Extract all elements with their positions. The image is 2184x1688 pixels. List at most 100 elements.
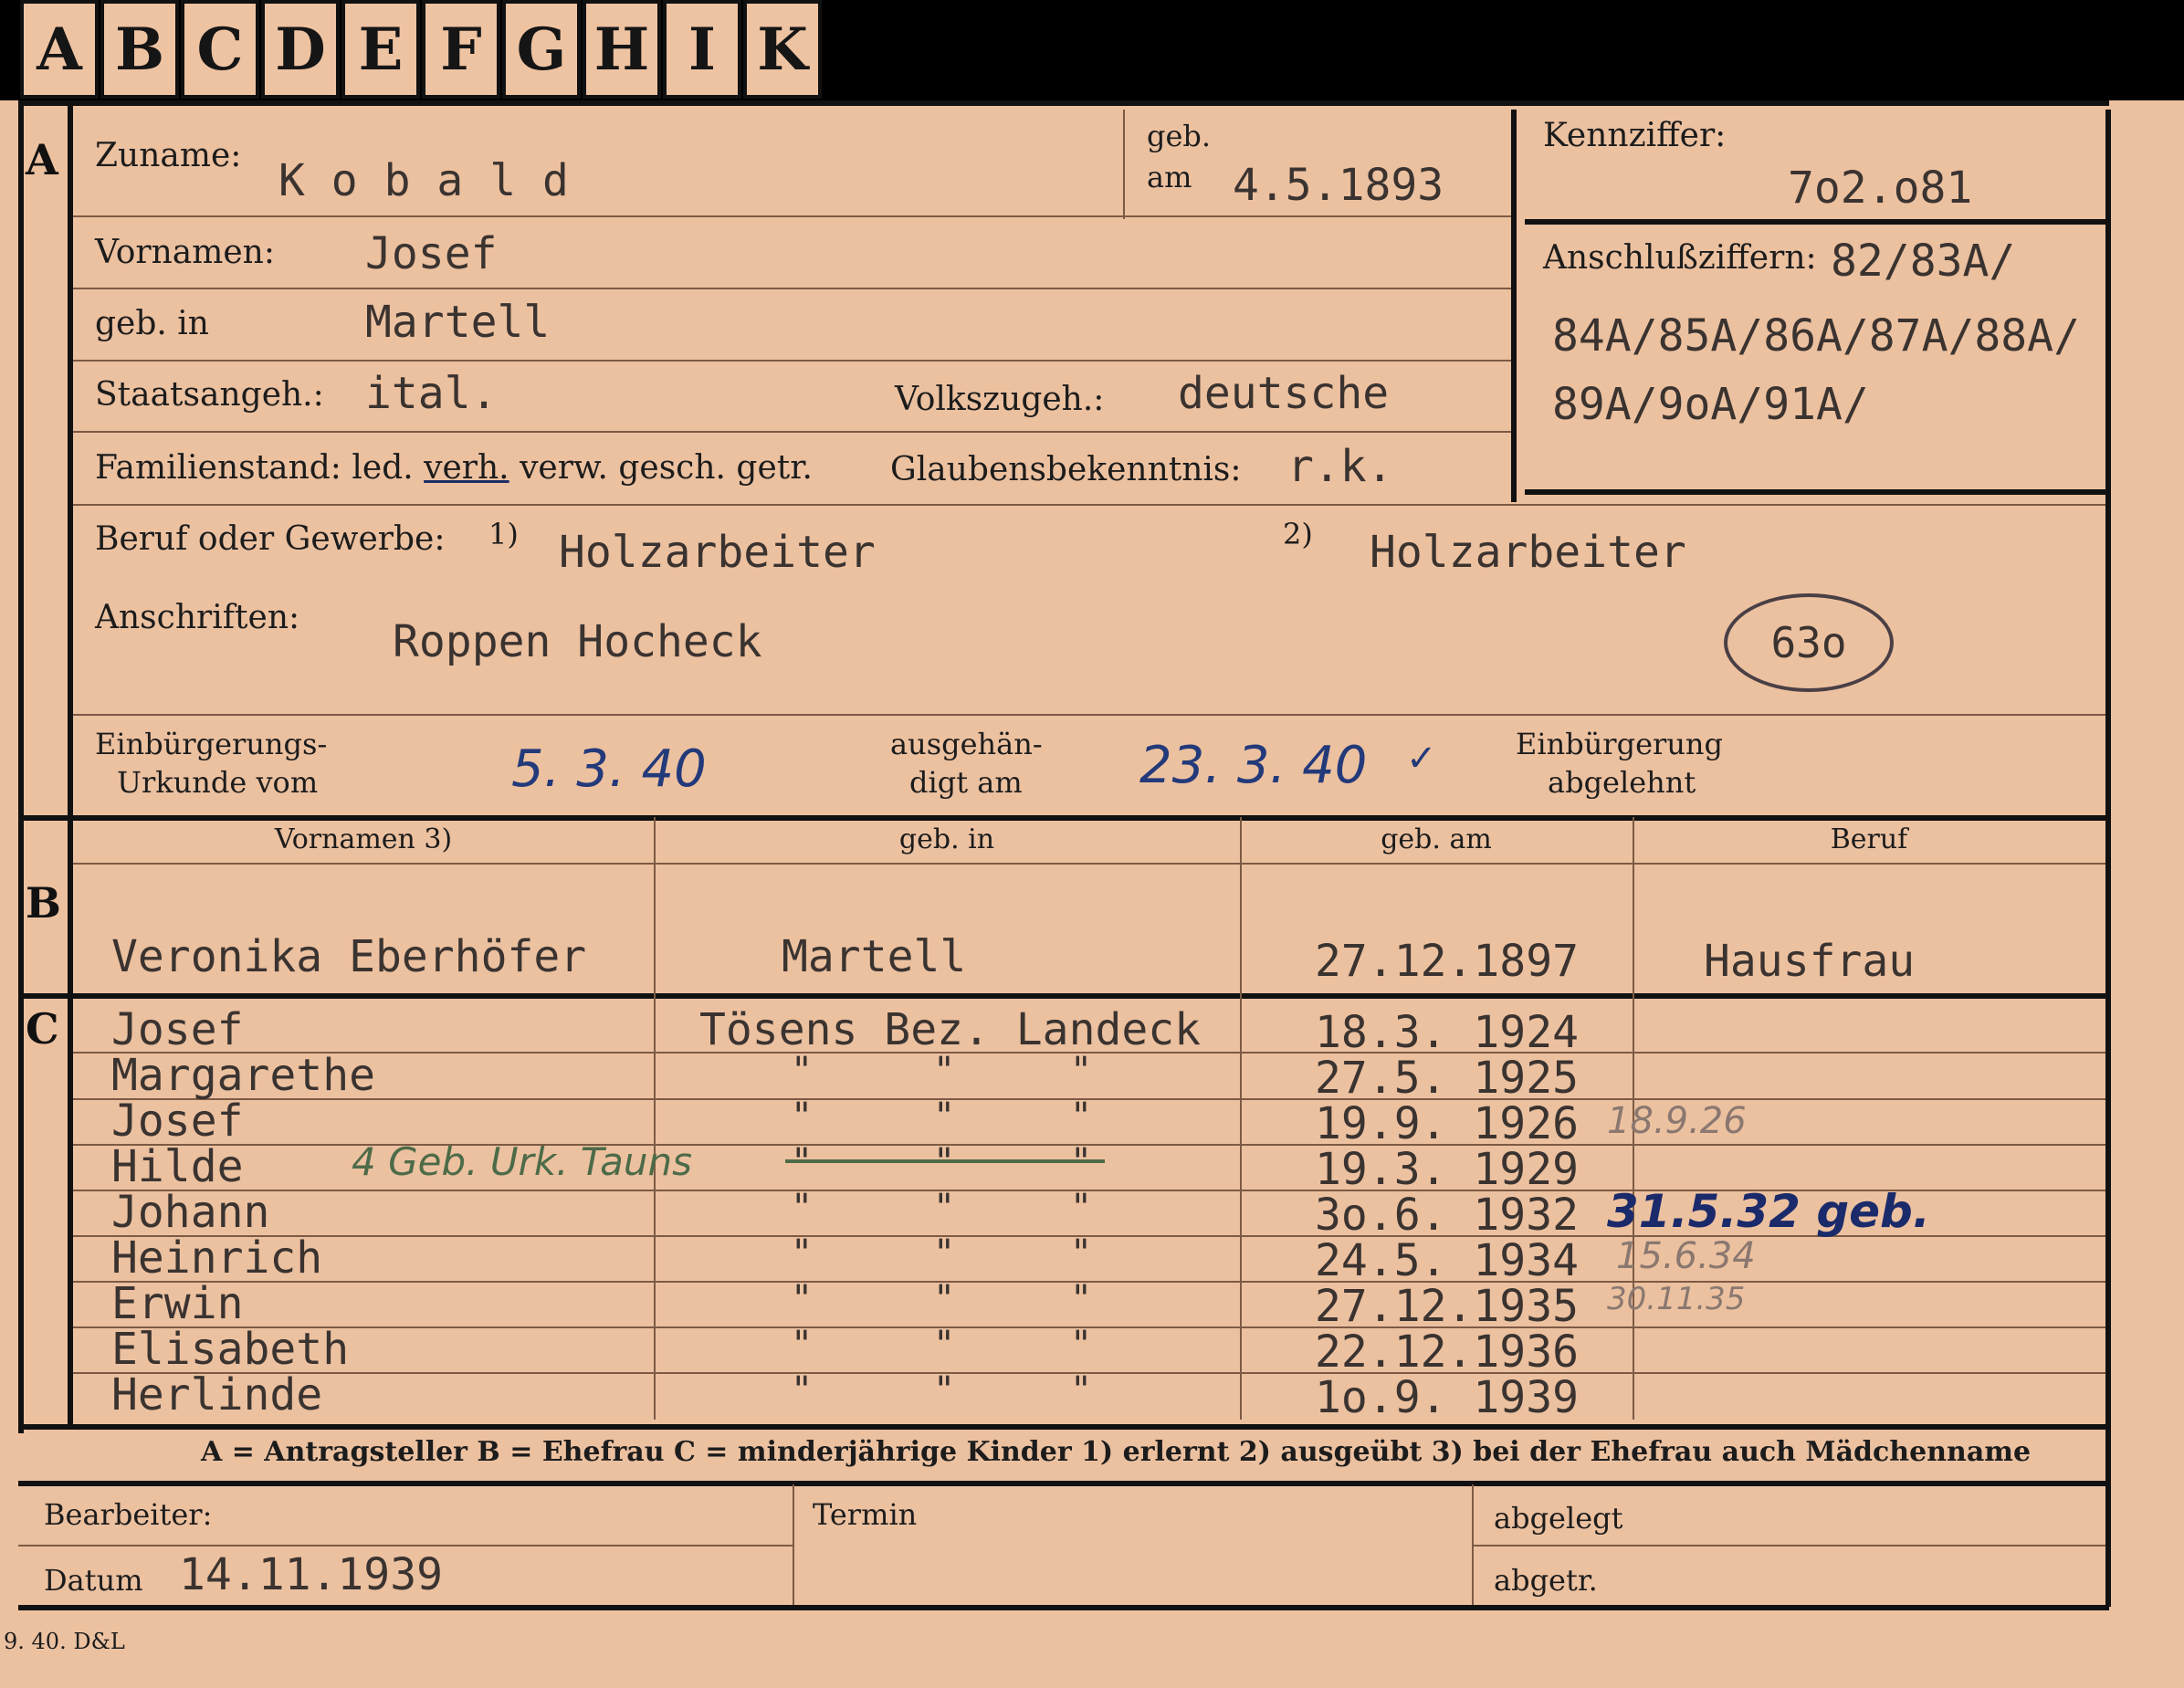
child-name: Josef	[111, 1004, 244, 1055]
anschrift-value: Roppen Hocheck	[393, 616, 762, 667]
urkunde-vom-value: 5. 3. 40	[511, 739, 707, 799]
ausgehaendigt-value: 23. 3. 40	[1139, 736, 1368, 795]
tab-letter: B	[100, 0, 179, 99]
anschlussziffern-label: Anschlußziffern:	[1543, 239, 1817, 277]
child-name: Erwin	[111, 1278, 244, 1329]
am-label: am	[1147, 160, 1192, 194]
ditto-mark: "	[791, 1141, 814, 1183]
geb-in-value: Martell	[365, 297, 551, 348]
geb-in-label: geb. in	[95, 305, 209, 342]
ditto-mark: "	[791, 1187, 814, 1229]
volkszugeh-value: deutsche	[1178, 368, 1390, 419]
vornamen-value: Josef	[365, 228, 498, 279]
ditto-mark: "	[1070, 1096, 1093, 1138]
volkszugeh-label: Volkszugeh.:	[895, 381, 1105, 418]
ditto-mark: "	[1070, 1141, 1093, 1183]
tab-letter: A	[20, 0, 99, 99]
divider	[73, 360, 1511, 362]
geb-label: geb.	[1147, 119, 1212, 153]
frame-left	[18, 100, 24, 1433]
tab-letter: E	[341, 0, 420, 99]
ditto-mark: "	[1070, 1232, 1093, 1274]
divider	[73, 431, 1511, 433]
staatsangeh-label: Staatsangeh.:	[95, 376, 324, 414]
familienstand-label: Familienstand: led. verh. verw. gesch. g…	[95, 449, 813, 487]
divider	[654, 817, 656, 1420]
child-date: 18.3. 1924	[1315, 1007, 1579, 1058]
familienstand-prefix: Familienstand: led.	[95, 449, 414, 487]
divider	[73, 504, 2105, 506]
ditto-mark: "	[933, 1278, 956, 1320]
frame-bottom	[18, 1605, 2109, 1610]
zuname-label: Zuname:	[95, 137, 242, 174]
child-date: 24.5. 1934	[1315, 1235, 1579, 1286]
checkmark-icon: ✓	[1406, 738, 1437, 780]
wife-geb-in: Martell	[782, 931, 967, 982]
ausgehaendigt-label-2: digt am	[909, 765, 1023, 800]
child-name: Hilde	[111, 1141, 244, 1192]
einb-abgelehnt-label-2: abgelehnt	[1548, 765, 1696, 800]
child-date: 3o.6. 1932	[1315, 1190, 1579, 1241]
section-letter-b: B	[26, 878, 61, 928]
children-birthplace: Tösens Bez. Landeck	[699, 1004, 1202, 1055]
legend-text: A = Antragsteller B = Ehefrau C = minder…	[201, 1436, 2032, 1468]
abgetr-label: abgetr.	[1494, 1563, 1598, 1598]
wife-header-geb-am: geb. am	[1381, 823, 1492, 855]
ditto-mark: "	[933, 1141, 956, 1183]
ditto-mark: "	[791, 1369, 814, 1411]
ditto-mark: "	[933, 1369, 956, 1411]
child-date: 27.5. 1925	[1315, 1053, 1579, 1104]
familienstand-verh: verh.	[424, 449, 509, 487]
beruf-ausgeuebt-value: Holzarbeiter	[1370, 527, 1686, 578]
kennziffer-value: 7o2.o81	[1788, 163, 1973, 214]
ditto-mark: "	[791, 1096, 814, 1138]
child-name: Josef	[111, 1096, 244, 1147]
ditto-mark: "	[1070, 1050, 1093, 1092]
frame-right	[2105, 110, 2111, 1607]
termin-label: Termin	[813, 1497, 918, 1532]
circled-number: 63o	[1770, 618, 1847, 667]
ditto-mark: "	[1070, 1324, 1093, 1366]
divider	[73, 288, 1511, 289]
ausgehaendigt-label-1: ausgehän-	[890, 727, 1043, 761]
familienstand-suffix: verw. gesch. getr.	[520, 449, 813, 487]
divider	[1525, 219, 2105, 225]
wife-geb-am: 27.12.1897	[1315, 936, 1579, 987]
glaubensbekenntnis-value: r.k.	[1287, 441, 1393, 492]
wife-name: Veronika Eberhöfer	[111, 931, 587, 982]
ditto-mark: "	[791, 1050, 814, 1092]
wife-header-vornamen: Vornamen 3)	[274, 823, 453, 855]
child-note: 18.9.26	[1607, 1100, 1747, 1142]
anschluss-line-1: 82/83A/	[1831, 236, 2016, 287]
zuname-value: K o b a l d	[278, 155, 569, 206]
wife-beruf: Hausfrau	[1704, 936, 1916, 987]
section-column-border	[68, 100, 73, 1424]
circled-number-stamp: 63o	[1724, 593, 1894, 692]
bearbeiter-label: Bearbeiter:	[44, 1497, 213, 1532]
ditto-mark: "	[791, 1278, 814, 1320]
wife-header-geb-in: geb. in	[898, 823, 995, 855]
glaubensbekenntnis-label: Glaubensbekenntnis:	[890, 451, 1242, 488]
section-c-border	[18, 993, 2109, 999]
anschriften-label: Anschriften:	[95, 599, 300, 636]
beruf-label: Beruf oder Gewerbe:	[95, 520, 446, 558]
legend-top-border	[18, 1424, 2109, 1430]
footnote-1-marker: 1)	[488, 517, 519, 551]
wife-header-beruf: Beruf	[1830, 823, 1908, 855]
child-date: 19.3. 1929	[1315, 1144, 1579, 1195]
ditto-mark: "	[791, 1324, 814, 1366]
section-b-border	[18, 815, 2109, 821]
footnote-2-marker: 2)	[1283, 517, 1313, 551]
ditto-mark: "	[933, 1232, 956, 1274]
divider	[1525, 489, 2105, 495]
datum-label: Datum	[44, 1563, 143, 1598]
divider	[1123, 110, 1125, 219]
ditto-mark: "	[1070, 1187, 1093, 1229]
anschluss-line-2: 84A/85A/86A/87A/88A/	[1552, 310, 2080, 362]
legend-bottom-border	[18, 1481, 2109, 1486]
section-letter-c: C	[26, 1004, 59, 1054]
child-name: Heinrich	[111, 1232, 323, 1284]
tab-letter: H	[583, 0, 661, 99]
ditto-mark: "	[1070, 1369, 1093, 1411]
section-letter-a: A	[26, 135, 58, 184]
